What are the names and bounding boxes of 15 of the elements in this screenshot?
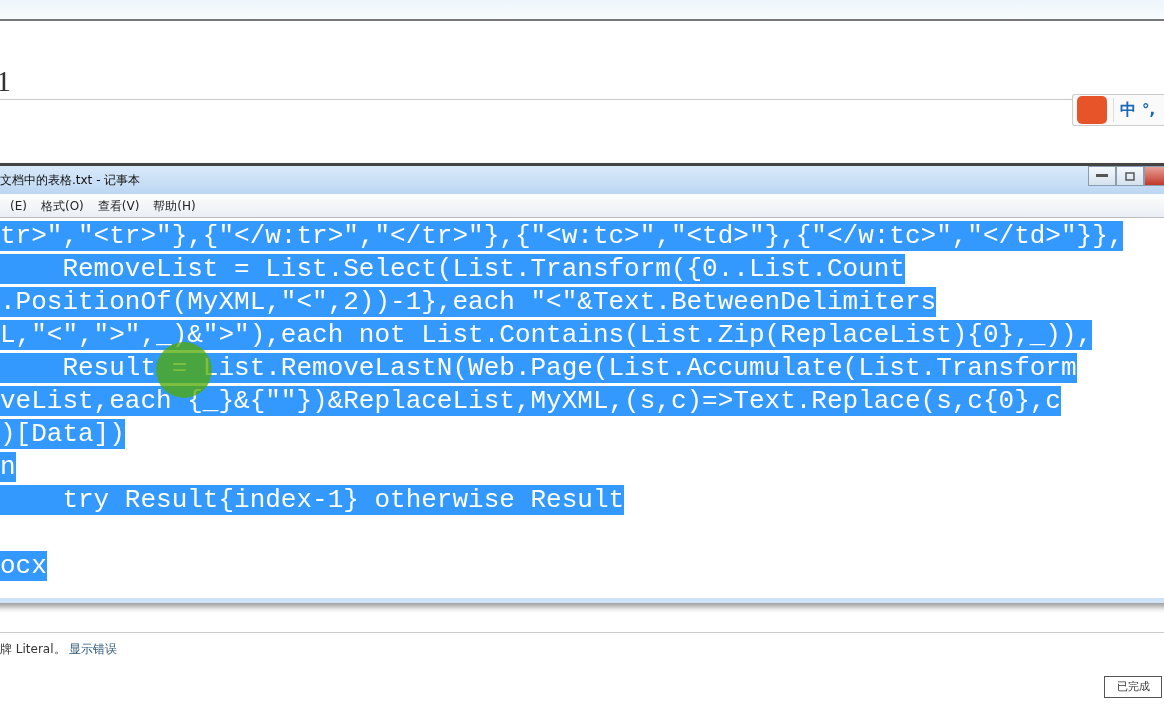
menu-item[interactable]: 帮助(H) <box>153 196 196 215</box>
done-button[interactable]: 已完成 <box>1104 676 1162 698</box>
minimize-icon <box>1096 174 1108 178</box>
maximize-button[interactable] <box>1116 166 1144 186</box>
menu-item[interactable]: (E) <box>10 196 27 215</box>
menu-item[interactable]: 查看(V) <box>97 196 140 215</box>
window-title: 文档中的表格.txt - 记事本 <box>0 172 141 189</box>
status-text: 牌 Literal。 <box>0 641 66 658</box>
maximize-icon <box>1125 171 1135 181</box>
punctuation-button[interactable]: °, <box>1142 98 1156 122</box>
show-errors-link[interactable]: 显示错误 <box>69 640 117 658</box>
ime-logo-icon[interactable] <box>1077 96 1107 124</box>
ime-mode-button[interactable]: 中 <box>1113 98 1136 122</box>
menu-item[interactable]: 格式(O) <box>40 196 84 215</box>
minimize-button[interactable] <box>1088 166 1116 186</box>
